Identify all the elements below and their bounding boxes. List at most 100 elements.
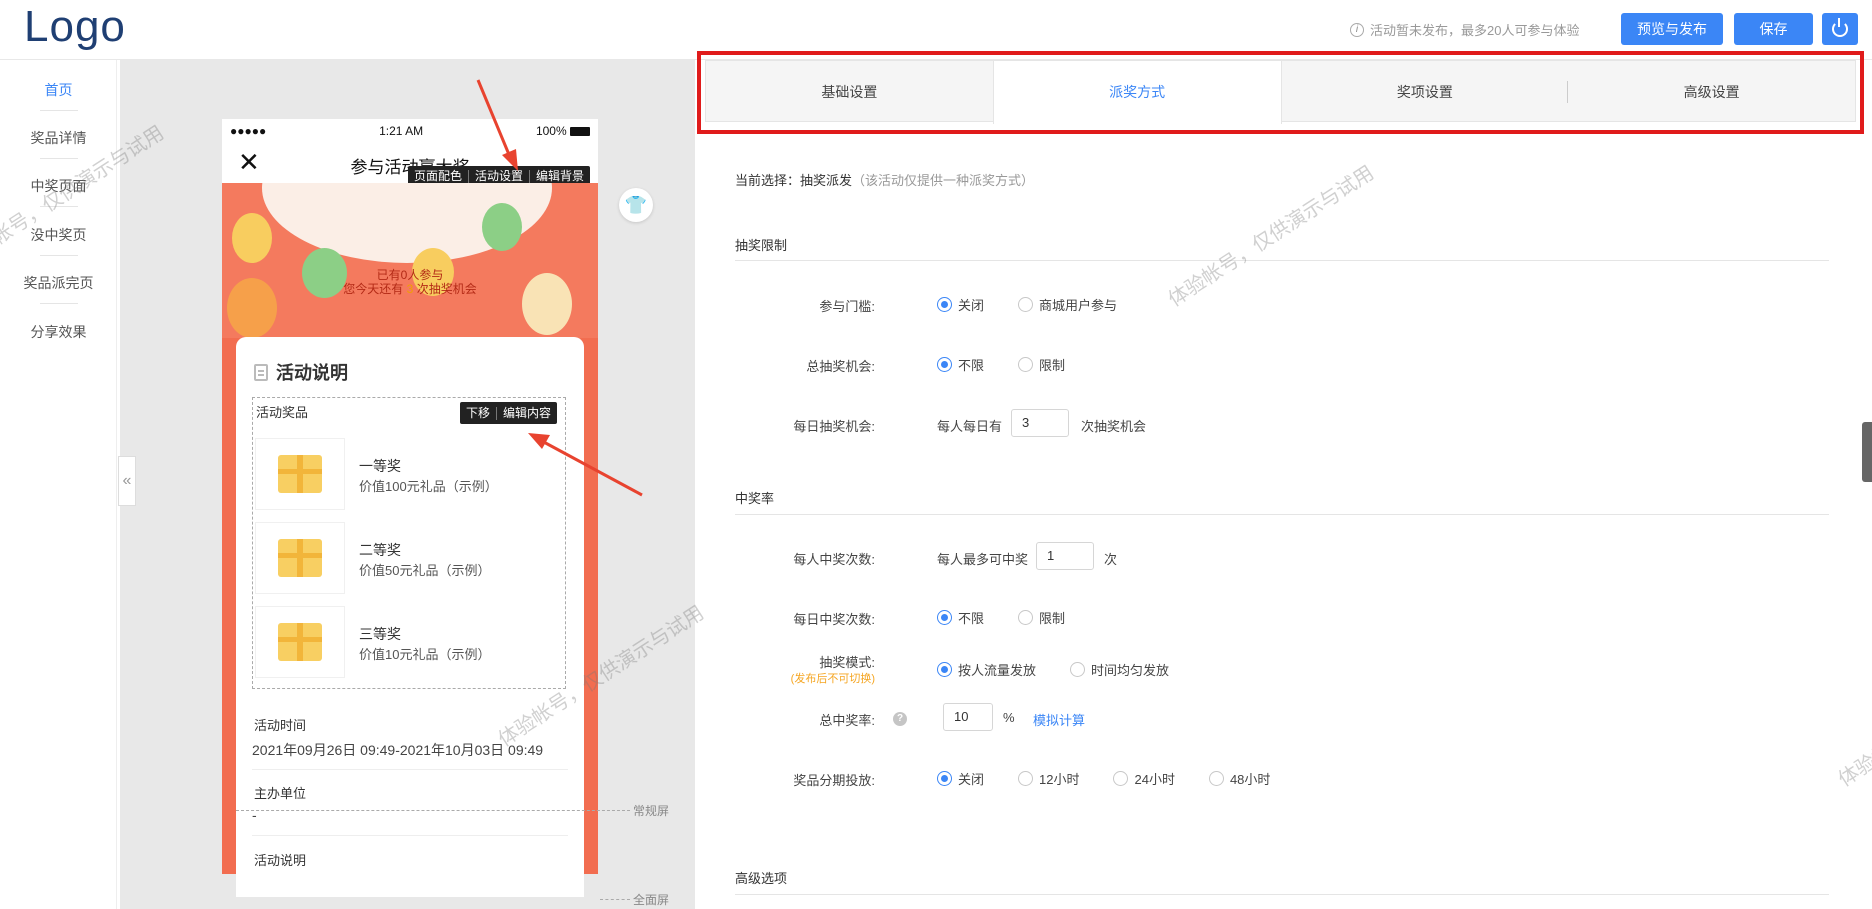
- time-value: 2021年09月26日 09:49-2021年10月03日 09:49: [252, 742, 544, 758]
- draw-mode-radios: 按人流量发放 时间均匀发放: [937, 660, 1203, 679]
- total-chances-radios: 不限 限制: [937, 355, 1099, 374]
- prize-name: 二等奖: [359, 542, 401, 558]
- prizes-label: 活动奖品: [256, 405, 309, 420]
- prize-item: 一等奖 价值100元礼品（示例）: [255, 438, 563, 510]
- theme-shirt-button[interactable]: 👕: [619, 188, 653, 222]
- draw-mode-note: (发布后不可切换): [790, 673, 875, 685]
- prize-name: 一等奖: [359, 458, 401, 474]
- daily-prefix: 每人每日有: [937, 419, 1003, 434]
- gift-image: [255, 606, 345, 678]
- scrollbar-handle[interactable]: [1862, 422, 1872, 482]
- full-screen-label: 全面屏: [633, 893, 670, 907]
- sidebar-item-win-page[interactable]: 中奖页面: [0, 176, 117, 196]
- rate-section-title: 中奖率: [735, 491, 775, 506]
- advanced-section-title: 高级选项: [735, 871, 788, 886]
- edit-content-button[interactable]: 编辑内容: [497, 406, 557, 420]
- threshold-label: 参与门槛:: [819, 299, 875, 314]
- threshold-radios: 关闭 商城用户参与: [937, 295, 1151, 314]
- daily-wins-radios: 不限 限制: [937, 608, 1099, 627]
- sidebar-divider: [40, 206, 78, 207]
- per-user-suffix: 次: [1104, 552, 1118, 567]
- daily-chances-input[interactable]: 3: [1011, 409, 1069, 437]
- per-user-prefix: 每人最多可中奖: [937, 552, 1029, 567]
- card-title: 活动说明: [254, 359, 348, 385]
- full-screen-line: [600, 899, 630, 900]
- tab-award-method[interactable]: 派奖方式: [992, 61, 1282, 124]
- activity-settings-button[interactable]: 活动设置: [469, 170, 530, 183]
- prize-value: 价值100元礼品（示例）: [359, 479, 498, 494]
- total-rate-label: 总中奖率:: [819, 713, 875, 728]
- gift-image: [255, 438, 345, 510]
- logo: Logo: [24, 2, 126, 51]
- mode-even-radio[interactable]: 时间均匀发放: [1070, 660, 1169, 679]
- daily-chances-label: 每日抽奖机会:: [793, 419, 875, 434]
- section-divider: [735, 514, 1829, 515]
- percent-unit: %: [1003, 710, 1015, 725]
- staged-48h-radio[interactable]: 48小时: [1208, 769, 1270, 788]
- phone-nav-bar: ✕ 参与活动赢大奖 页面配色 活动设置 编辑背景: [222, 143, 598, 187]
- sidebar-divider: [40, 110, 78, 111]
- desc-label: 活动说明: [254, 853, 307, 868]
- battery-indicator: 100%: [536, 124, 590, 138]
- settings-tabs: 基础设置 派奖方式 奖项设置 高级设置: [705, 60, 1856, 124]
- daily-wins-label: 每日中奖次数:: [793, 612, 875, 627]
- collapse-sidebar-button[interactable]: «: [118, 456, 136, 506]
- info-icon: i: [1350, 22, 1364, 37]
- section-divider: [735, 260, 1829, 261]
- prize-name: 三等奖: [359, 626, 401, 642]
- balloon-green: [482, 203, 522, 251]
- watermark: 体验帐号，仅供演示与试用: [1164, 162, 1378, 312]
- power-icon: [1832, 18, 1848, 37]
- prize-item: 三等奖 价值10元礼品（示例）: [255, 606, 563, 678]
- prize-item: 二等奖 价值50元礼品（示例）: [255, 522, 563, 594]
- per-user-wins-input[interactable]: 1: [1036, 542, 1094, 570]
- document-icon: [254, 363, 268, 381]
- limit-section-title: 抽奖限制: [735, 238, 788, 253]
- signal-icon: ●●●●●: [230, 124, 267, 138]
- staged-release-label: 奖品分期投放:: [793, 773, 875, 788]
- threshold-off-radio[interactable]: 关闭: [937, 295, 984, 314]
- sidebar-item-out-of-prizes[interactable]: 奖品派完页: [0, 273, 117, 293]
- staged-release-radios: 关闭 12小时 24小时 48小时: [937, 769, 1304, 788]
- total-limit-radio[interactable]: 限制: [1018, 355, 1065, 374]
- tab-advanced-settings[interactable]: 高级设置: [1568, 61, 1855, 121]
- sidebar-item-share-effect[interactable]: 分享效果: [0, 322, 117, 342]
- section-divider: [735, 894, 1829, 895]
- publish-notice: i 活动暂未发布，最多20人可参与体验: [1350, 20, 1579, 39]
- mode-traffic-radio[interactable]: 按人流量发放: [937, 660, 1036, 679]
- daily-wins-unlimited-radio[interactable]: 不限: [937, 608, 984, 627]
- page-color-button[interactable]: 页面配色: [408, 170, 469, 183]
- sidebar-divider: [40, 303, 78, 304]
- save-button[interactable]: 保存: [1734, 13, 1813, 45]
- staged-off-radio[interactable]: 关闭: [937, 769, 984, 788]
- threshold-member-radio[interactable]: 商城用户参与: [1018, 295, 1117, 314]
- per-user-wins-label: 每人中奖次数:: [793, 552, 875, 567]
- draw-mode-label: 抽奖模式:: [819, 655, 875, 670]
- daily-wins-limit-radio[interactable]: 限制: [1018, 608, 1065, 627]
- normal-screen-line: [236, 810, 630, 811]
- description-card: 活动说明 活动奖品 下移 编辑内容 一等奖 价值100元礼品（示例） 二等奖 价…: [236, 337, 584, 897]
- staged-12h-radio[interactable]: 12小时: [1018, 769, 1079, 788]
- sidebar-item-home[interactable]: 首页: [0, 80, 117, 100]
- sidebar-item-prize-details[interactable]: 奖品详情: [0, 128, 117, 148]
- phone-time: 1:21 AM: [379, 124, 424, 138]
- notice-text: 活动暂未发布，最多20人可参与体验: [1370, 23, 1580, 38]
- power-button[interactable]: [1822, 13, 1858, 45]
- chances-text: 您今天还有 3 次抽奖机会: [343, 282, 477, 296]
- tab-prize-settings[interactable]: 奖项设置: [1282, 61, 1569, 121]
- preview-publish-button[interactable]: 预览与发布: [1621, 13, 1723, 45]
- prizes-block[interactable]: 活动奖品 下移 编辑内容 一等奖 价值100元礼品（示例） 二等奖 价值50元礼…: [252, 397, 566, 689]
- tab-basic-settings[interactable]: 基础设置: [706, 61, 993, 121]
- win-rate-input[interactable]: 10: [943, 703, 993, 731]
- sidebar-item-lose-page[interactable]: 没中奖页: [0, 225, 117, 245]
- daily-suffix: 次抽奖机会: [1081, 419, 1147, 434]
- simulate-link[interactable]: 模拟计算: [1033, 710, 1085, 729]
- move-down-button[interactable]: 下移: [460, 406, 497, 420]
- edit-background-button[interactable]: 编辑背景: [530, 170, 590, 183]
- help-icon[interactable]: ?: [893, 712, 907, 726]
- activity-banner: 已有0人参与 您今天还有 3 次抽奖机会: [222, 183, 598, 338]
- staged-24h-radio[interactable]: 24小时: [1113, 769, 1175, 788]
- divider: [252, 835, 568, 836]
- total-unlimited-radio[interactable]: 不限: [937, 355, 984, 374]
- balloon-yellow: [232, 213, 272, 263]
